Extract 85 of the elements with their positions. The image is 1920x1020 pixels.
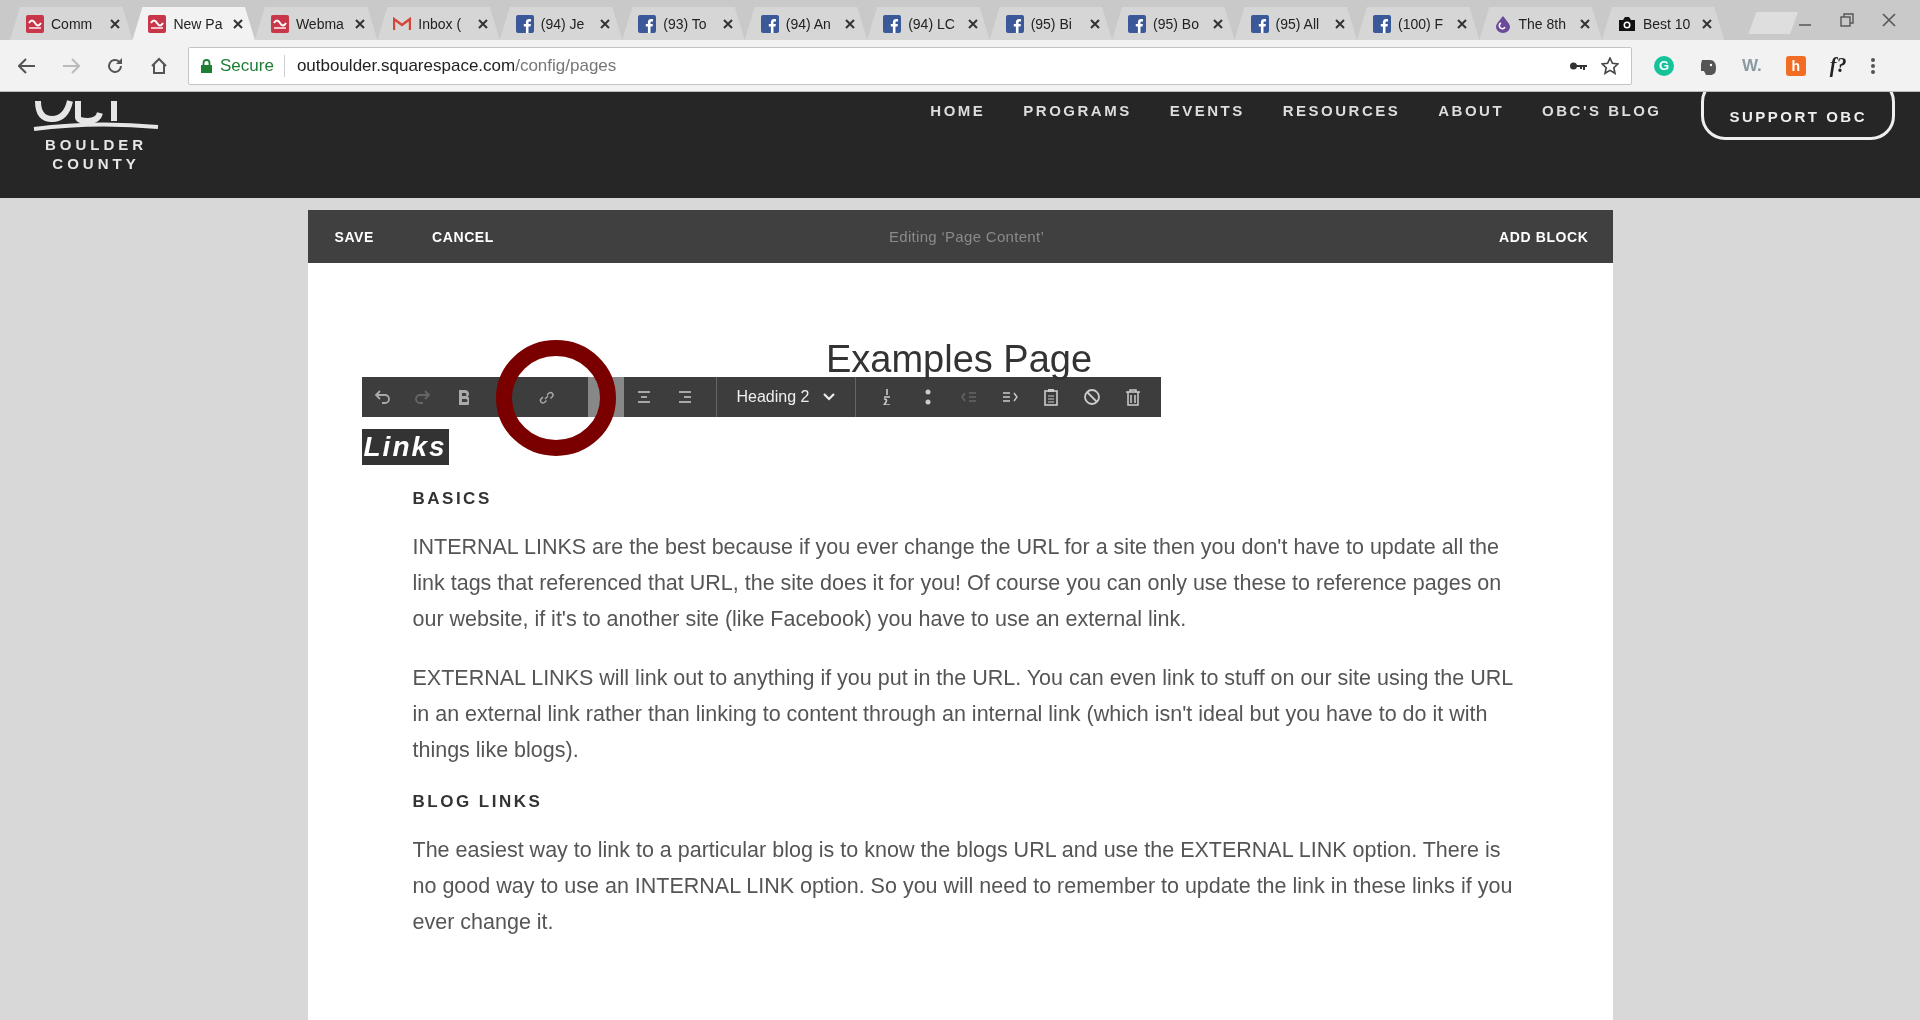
browser-tab[interactable]: (94) LC (867, 7, 990, 40)
facebook-icon (1128, 14, 1147, 33)
add-block-button[interactable]: ADD BLOCK (1499, 228, 1589, 245)
star-icon[interactable] (1601, 56, 1619, 75)
cancel-button[interactable]: CANCEL (432, 228, 494, 245)
restore-icon[interactable] (1840, 13, 1855, 27)
close-icon[interactable] (1090, 18, 1101, 29)
close-icon[interactable] (1212, 18, 1223, 29)
home-icon[interactable] (150, 56, 168, 75)
lock-icon (201, 58, 212, 73)
paragraph: The easiest way to link to a particular blog is to know the blogs URL and use the EXTERNAL LINK option. There is no good way to use an INTERNAL LINK option. So you will need to remember to update the link in these links if you ever change it. (412, 837, 1514, 936)
browser-tab[interactable]: Best 10 (1601, 7, 1725, 40)
logo-icon (148, 14, 167, 33)
nav-link[interactable]: PROGRAMS (1023, 102, 1132, 119)
close-icon[interactable] (600, 18, 611, 29)
numbered-list-icon (882, 389, 891, 405)
logo-text: BOULDER (44, 135, 148, 154)
close-icon[interactable] (845, 18, 856, 29)
browser-tab[interactable]: (95) Bi (989, 7, 1113, 40)
url-text: outboulder.squarespace.com/config/pages (296, 55, 617, 76)
close-icon[interactable] (1457, 18, 1468, 29)
nav-link[interactable]: HOME (930, 102, 986, 119)
style-dropdown[interactable]: Heading 2 (715, 377, 857, 417)
nav-link[interactable]: ABOUT (1438, 102, 1505, 119)
reload-icon[interactable] (106, 56, 124, 75)
close-icon[interactable] (477, 18, 488, 29)
redo-icon (414, 388, 432, 406)
browser-tab[interactable]: Inbox ( (377, 7, 500, 40)
editing-status: Editing ‘Page Content’ (889, 228, 1046, 245)
nav-link[interactable]: OBC'S BLOG (1542, 102, 1662, 119)
save-button[interactable]: SAVE (334, 228, 374, 245)
close-icon[interactable] (1702, 18, 1713, 29)
bold-icon (459, 389, 469, 405)
support-button[interactable]: SUPPORT OBC (1701, 92, 1895, 140)
close-icon[interactable] (1579, 18, 1590, 29)
nav-link[interactable]: RESOURCES (1282, 102, 1401, 119)
section-heading: BLOG LINKS (412, 791, 544, 813)
facebook-icon (1005, 14, 1024, 33)
bullet-list-icon (924, 389, 931, 405)
back-icon[interactable] (18, 57, 36, 74)
facebook-icon (760, 14, 779, 33)
close-icon[interactable] (355, 18, 366, 29)
browser-tab[interactable]: New Pa (132, 7, 255, 40)
nav-link[interactable]: EVENTS (1169, 102, 1245, 119)
logo-text: COUNTY (52, 154, 140, 173)
address-bar[interactable]: Secure outboulder.squarespace.com/config/pages (188, 46, 1632, 85)
facebook-icon (638, 14, 657, 33)
browser-tab[interactable]: (100) F (1357, 7, 1480, 40)
close-icon[interactable] (967, 18, 978, 29)
paragraph: EXTERNAL LINKS will link out to anything if you put in the URL. You can even link to stuff on our site using the URL in an external link rather than linking to content through an internal link (which isn't ideal but you have to do it with things like blogs). (412, 665, 1514, 764)
key-icon[interactable] (1569, 60, 1587, 71)
facebook-icon (515, 14, 534, 33)
align-center-icon (635, 388, 653, 406)
drop-icon (1495, 14, 1512, 33)
paste-icon (1041, 388, 1060, 406)
browser-tab[interactable]: Webma (254, 7, 378, 40)
facebook-icon (883, 14, 902, 33)
paragraph: INTERNAL LINKS are the best because if you ever change the URL for a site then you don't have to update all the link tags that referenced that URL, the site does it for you! Of course you can only use these to reference pages on our website, if it's to another site (like Facebook) you have to use an external link. (412, 534, 1503, 633)
camera-icon (1617, 15, 1636, 32)
browser-tab[interactable]: The 8th (1479, 7, 1602, 40)
browser-tab[interactable]: (94) An (744, 7, 868, 40)
browser-tab[interactable]: (95) All (1234, 7, 1357, 40)
trash-icon (1123, 388, 1142, 406)
chevron-icon (823, 393, 836, 401)
font-extension-icon[interactable]: f? (1829, 54, 1847, 77)
browser-tab[interactable]: (95) Bo (1112, 7, 1235, 40)
menu-icon[interactable] (1870, 56, 1875, 75)
secure-label: Secure (220, 55, 274, 76)
browser-tab[interactable]: Comm (10, 7, 133, 40)
logo-icon (270, 14, 289, 33)
browser-tab[interactable]: (94) Je (499, 7, 623, 40)
close-icon[interactable] (1335, 18, 1345, 29)
browser-tab[interactable]: (93) To (622, 7, 745, 40)
section-heading: BASICS (412, 488, 493, 510)
facebook-icon (1373, 14, 1391, 33)
mail-icon (393, 16, 412, 31)
facebook-icon (1250, 14, 1269, 33)
clear-format-icon (1082, 388, 1101, 406)
close-icon[interactable] (232, 18, 243, 29)
undo-icon (373, 388, 391, 406)
align-right-icon (676, 388, 694, 406)
close-icon[interactable] (110, 18, 121, 29)
close-icon[interactable] (722, 18, 733, 29)
logo-icon (26, 14, 44, 33)
selected-heading: Links (361, 429, 449, 465)
